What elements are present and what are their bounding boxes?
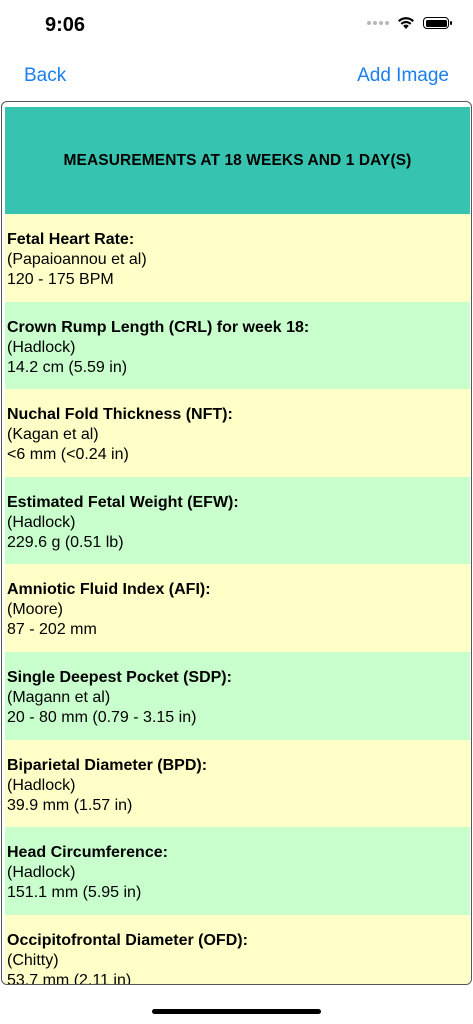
- measurement-row: Biparietal Diameter (BPD): (Hadlock) 39.…: [5, 739, 470, 828]
- header-title: MEASUREMENTS AT 18 WEEKS AND 1 DAY(S): [63, 151, 412, 169]
- signal-icon: [367, 21, 389, 25]
- measurement-row: Estimated Fetal Weight (EFW): (Hadlock) …: [5, 476, 470, 565]
- add-image-button[interactable]: Add Image: [357, 65, 449, 87]
- measurement-row: Head Circumference: (Hadlock) 151.1 mm (…: [5, 827, 470, 915]
- measurement-title: Nuchal Fold Thickness (NFT):: [7, 406, 233, 424]
- measurements-header: MEASUREMENTS AT 18 WEEKS AND 1 DAY(S): [5, 107, 470, 214]
- measurement-row: Single Deepest Pocket (SDP): (Magann et …: [5, 651, 470, 740]
- measurement-value: 87 - 202 mm: [7, 621, 97, 639]
- measurement-value: 151.1 mm (5.95 in): [7, 884, 142, 902]
- measurement-source: (Chitty): [7, 951, 59, 969]
- measurement-value: 39.9 mm (1.57 in): [7, 796, 133, 814]
- measurement-value: 53.7 mm (2.11 in): [7, 971, 132, 985]
- measurement-source: (Moore): [7, 601, 64, 619]
- measurement-row: Amniotic Fluid Index (AFI): (Moore) 87 -…: [5, 564, 470, 652]
- measurements-list: MEASUREMENTS AT 18 WEEKS AND 1 DAY(S) Fe…: [5, 107, 470, 985]
- measurement-source: (Hadlock): [7, 776, 76, 794]
- measurement-title: Head Circumference:: [7, 844, 168, 862]
- measurement-source: (Magann et al): [7, 688, 111, 706]
- measurement-value: <6 mm (<0.24 in): [7, 446, 129, 464]
- measurement-title: Estimated Fetal Weight (EFW):: [7, 493, 239, 511]
- measurement-source: (Hadlock): [7, 864, 76, 882]
- battery-icon: [423, 17, 452, 29]
- measurement-title: Fetal Heart Rate:: [7, 231, 135, 248]
- measurement-title: Amniotic Fluid Index (AFI):: [7, 581, 211, 599]
- measurement-value: 120 - 175 BPM: [7, 271, 114, 288]
- measurement-row: Crown Rump Length (CRL) for week 18: (Ha…: [5, 301, 470, 390]
- measurement-title: Single Deepest Pocket (SDP):: [7, 668, 232, 686]
- measurement-row: Fetal Heart Rate: (Papaioannou et al) 12…: [5, 214, 470, 302]
- measurement-value: 20 - 80 mm (0.79 - 3.15 in): [7, 708, 197, 726]
- measurement-source: (Hadlock): [7, 338, 76, 356]
- measurement-source: (Hadlock): [7, 513, 76, 531]
- home-indicator[interactable]: [152, 1009, 321, 1014]
- back-button[interactable]: Back: [24, 65, 66, 87]
- measurement-source: (Papaioannou et al): [7, 251, 147, 268]
- measurement-title: Crown Rump Length (CRL) for week 18:: [7, 318, 310, 336]
- navigation-bar: Back Add Image: [0, 52, 473, 100]
- status-icons: [367, 16, 452, 30]
- measurements-view[interactable]: MEASUREMENTS AT 18 WEEKS AND 1 DAY(S) Fe…: [1, 101, 472, 985]
- measurement-value: 14.2 cm (5.59 in): [7, 358, 128, 376]
- measurement-title: Occipitofrontal Diameter (OFD):: [7, 931, 248, 949]
- measurement-row: Occipitofrontal Diameter (OFD): (Chitty)…: [5, 914, 470, 985]
- measurement-source: (Kagan et al): [7, 426, 99, 444]
- measurement-title: Biparietal Diameter (BPD):: [7, 756, 208, 774]
- wifi-icon: [398, 17, 414, 29]
- status-time: 9:06: [45, 14, 86, 36]
- measurement-row: Nuchal Fold Thickness (NFT): (Kagan et a…: [5, 389, 470, 477]
- status-bar: 9:06: [0, 0, 473, 50]
- measurement-value: 229.6 g (0.51 lb): [7, 533, 124, 551]
